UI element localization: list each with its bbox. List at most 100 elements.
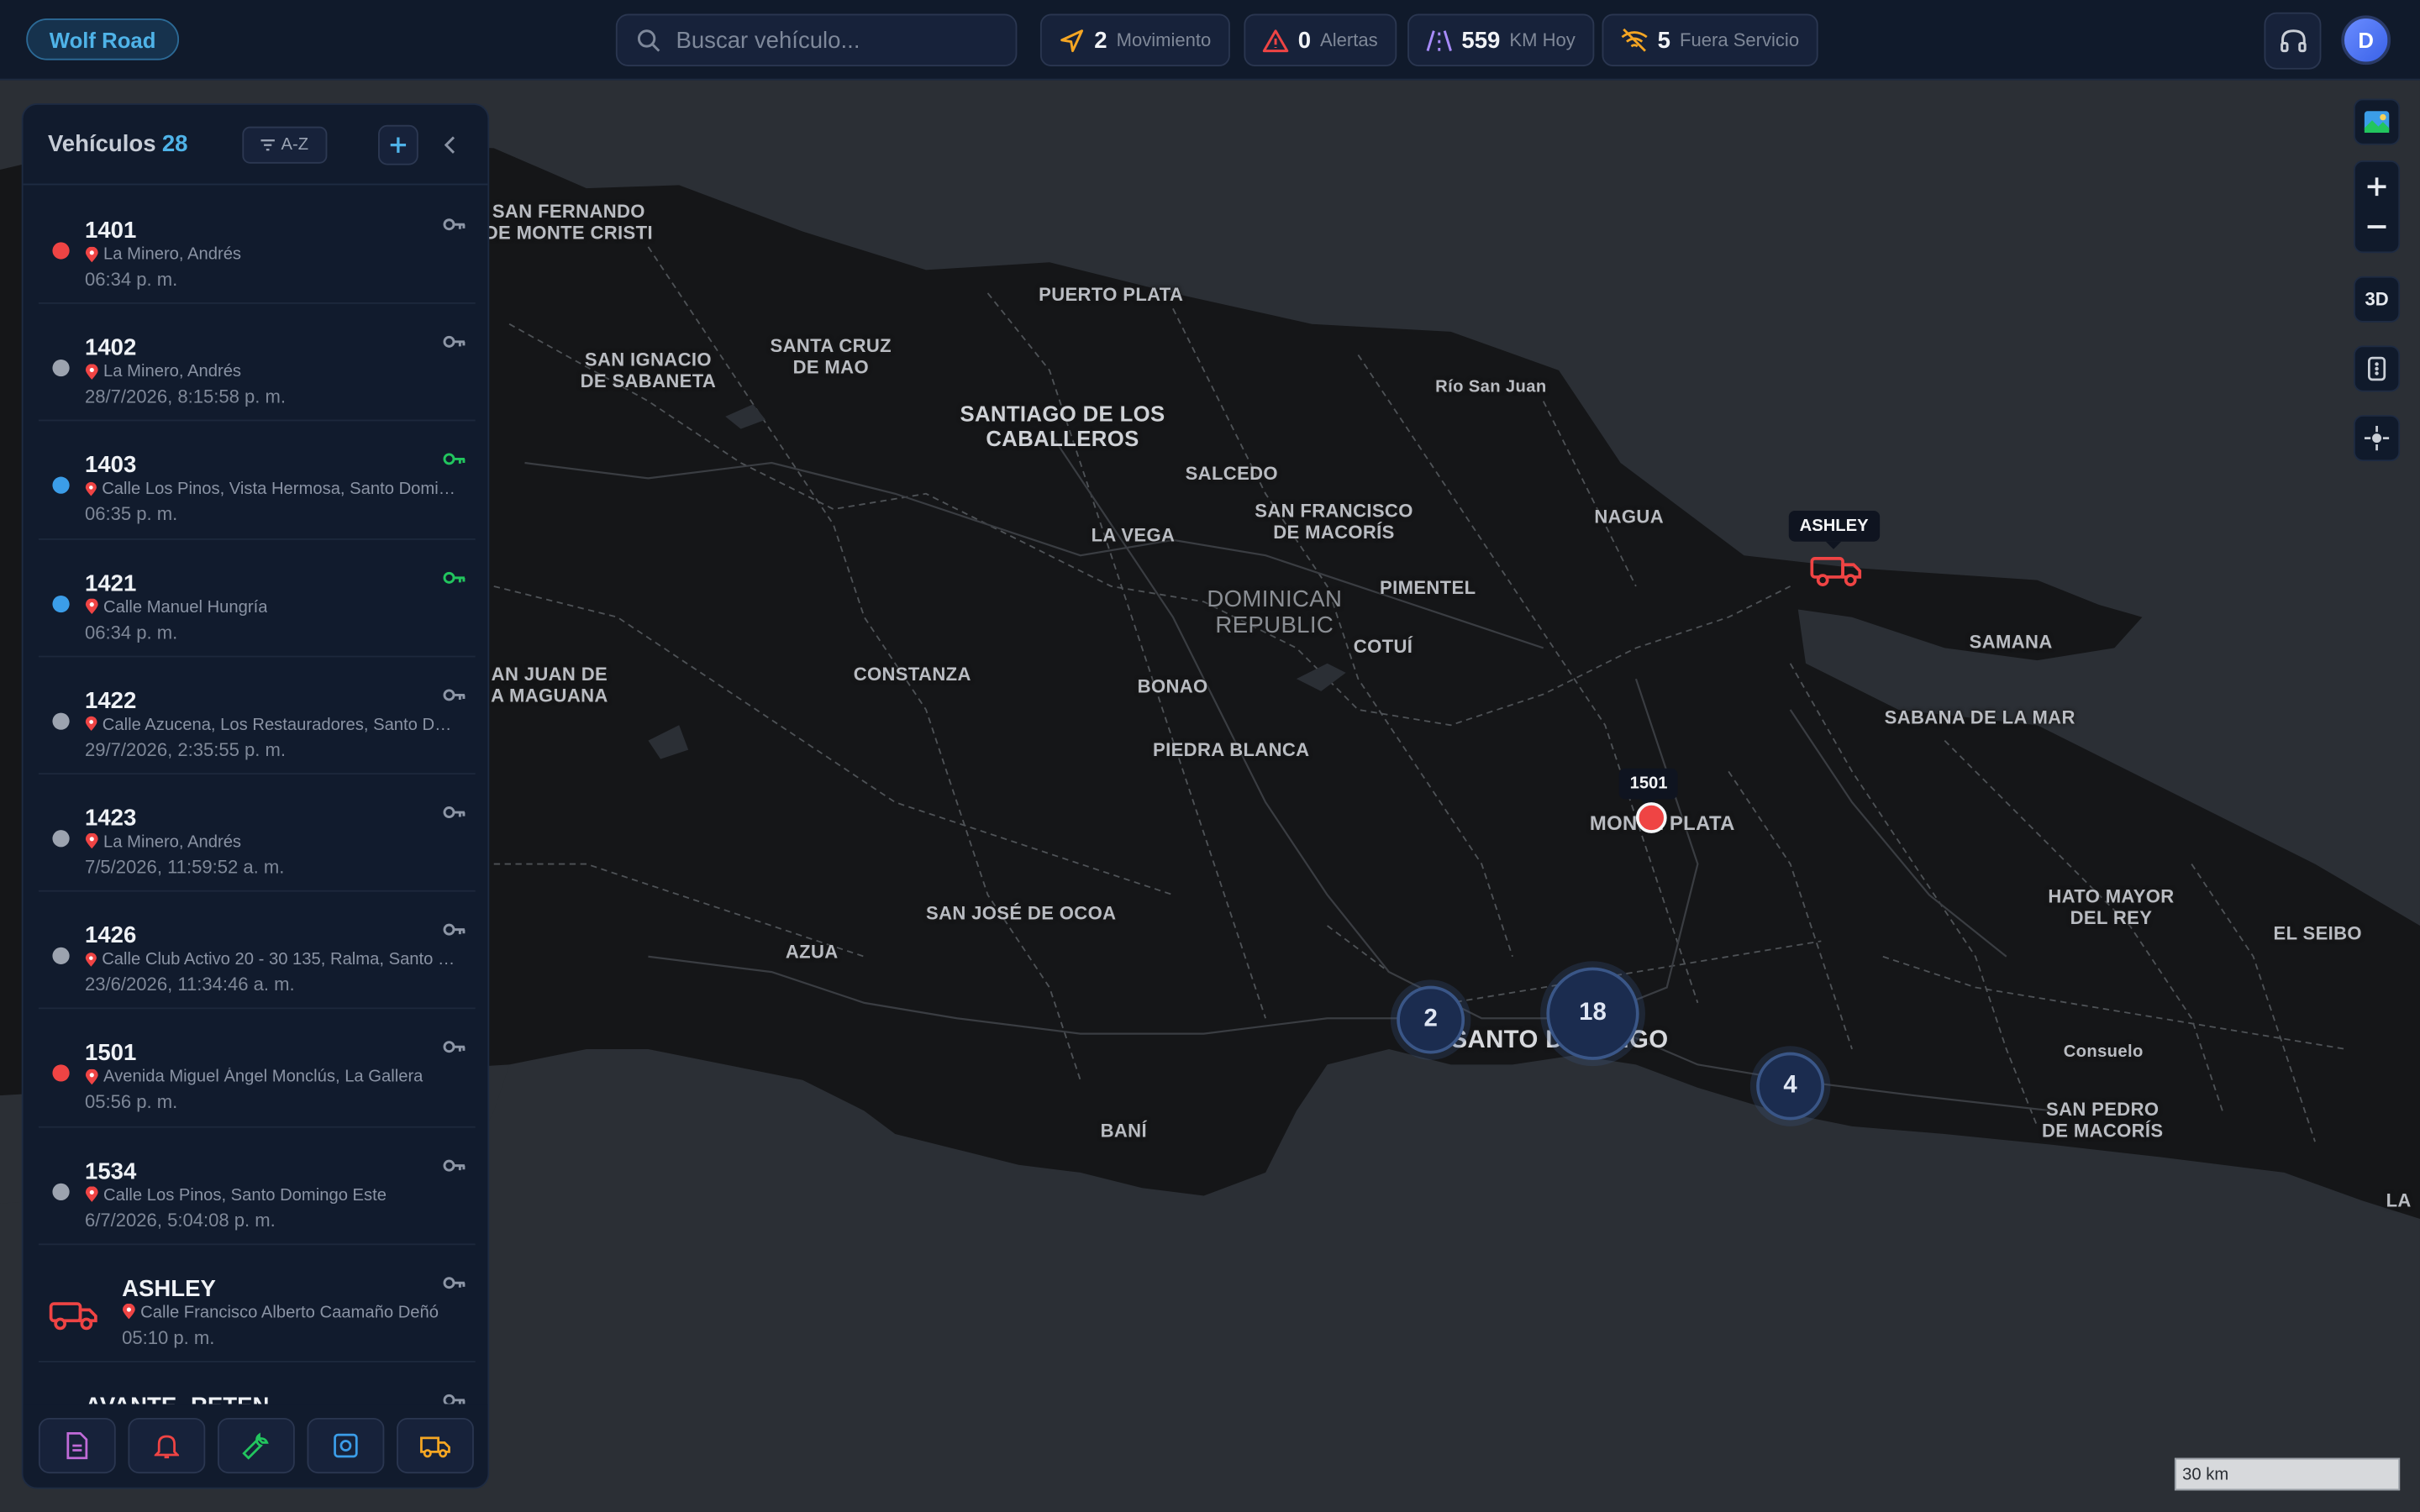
zoom-in-icon[interactable]: [2367, 177, 2386, 197]
avatar[interactable]: D: [2341, 15, 2391, 66]
vehicle-sidebar: Vehículos 28 A-Z 1401 La Minero, Andrés 06…: [21, 103, 490, 1489]
vehicle-name: 1534: [85, 1158, 137, 1184]
stat-fuera-servicio[interactable]: 5 Fuera Servicio: [1602, 13, 1818, 66]
vehicle-time: 06:34 p. m.: [85, 268, 178, 291]
address-text: Calle Azucena, Los Restauradores, Santo …: [102, 715, 460, 734]
ignition-key-icon: [443, 454, 466, 466]
place-label: BANÍ: [1100, 1120, 1147, 1142]
stat-movimiento[interactable]: 2 Movimiento: [1039, 13, 1230, 66]
vehicle-list-item[interactable]: 1403 Calle Los Pinos, Vista Hermosa, Sant…: [38, 422, 476, 540]
map-layers-icon: [2364, 111, 2390, 133]
vehicle-address: Calle Francisco Alberto Caamaño Deñó: [122, 1303, 461, 1322]
search-input[interactable]: [676, 27, 985, 54]
place-label: SAN PEDRO DE MACORÍS: [2041, 1098, 2164, 1142]
place-label: PIEDRA BLANCA: [1153, 738, 1310, 761]
place-label: SAMANA: [1969, 631, 2053, 653]
place-label: SABANA DE LA MAR: [1884, 706, 2075, 728]
status-dot: [52, 830, 70, 848]
stat-km-hoy[interactable]: 559 KM Hoy: [1407, 13, 1594, 66]
toggle-3d-button[interactable]: 3D: [2354, 276, 2401, 323]
road-icon: [1426, 29, 1452, 51]
stat-label: Movimiento: [1116, 29, 1212, 51]
vehicle-list-item[interactable]: AVANTE -RETEN: [39, 1362, 476, 1406]
sidebar-title: Vehículos: [47, 131, 156, 158]
vehicle-name: 1402: [85, 334, 137, 362]
bell-icon: [154, 1435, 180, 1459]
alerts-button[interactable]: [128, 1417, 206, 1474]
stat-label: KM Hoy: [1509, 29, 1576, 51]
ignition-key-icon: [443, 689, 466, 701]
status-dot: [52, 1064, 70, 1083]
vehicle-address: Calle Los Pinos, Santo Domingo Este: [85, 1186, 460, 1205]
sidebar-header: Vehículos 28 A-Z: [23, 105, 488, 186]
vehicle-address: Calle Manuel Hungría: [85, 598, 460, 617]
vehicle-time: 06:34 p. m.: [85, 621, 178, 643]
ignition-key-icon: [443, 923, 466, 936]
ignition-key-icon: [443, 336, 466, 349]
headset-icon: [2280, 29, 2306, 52]
vehicle-address: Calle Azucena, Los Restauradores, Santo …: [85, 716, 460, 734]
zoom-controls: [2354, 160, 2401, 254]
stat-value: 2: [1094, 27, 1107, 54]
address-text: Avenida Miguel Ángel Monclús, La Gallera: [103, 1068, 424, 1087]
fleet-button[interactable]: [397, 1417, 474, 1474]
vehicle-name: 1422: [85, 687, 137, 714]
crosshair-icon: [2364, 425, 2390, 451]
traffic-button[interactable]: [2354, 345, 2401, 392]
place-label: SAN JOSÉ DE OCOA: [926, 902, 1117, 925]
vehicle-list-item[interactable]: ASHLEY Calle Francisco Alberto Caamaño De…: [38, 1245, 476, 1362]
search-icon: [637, 29, 660, 52]
vehicle-name: 1401: [85, 217, 137, 244]
filter-icon: [260, 139, 276, 151]
place-label: Consuelo: [2063, 1042, 2144, 1062]
vehicle-marker-1501[interactable]: [1635, 802, 1667, 833]
address-text: La Minero, Andrés: [103, 245, 242, 265]
zoom-out-icon[interactable]: [2367, 218, 2386, 236]
camera-button[interactable]: [307, 1417, 385, 1474]
vehicle-marker-ashley[interactable]: [1809, 551, 1865, 588]
place-label: SAN FRANCISCO DE MACORÍS: [1255, 500, 1413, 543]
vehicle-list-item[interactable]: 1422 Calle Azucena, Los Restauradores, Sa…: [38, 657, 476, 774]
pin-icon: [85, 717, 97, 732]
address-text: Calle Los Pinos, Vista Hermosa, Santo Do…: [102, 480, 460, 499]
plus-icon: [390, 137, 407, 153]
vehicle-list-item[interactable]: 1421 Calle Manuel Hungría 06:34 p. m.: [38, 539, 476, 657]
stat-value: 0: [1297, 27, 1312, 54]
maintenance-button[interactable]: [217, 1417, 295, 1474]
truck-icon: [49, 1301, 97, 1330]
truck-icon: [420, 1436, 450, 1458]
place-label: DOMINICAN REPUBLIC: [1207, 585, 1343, 639]
vehicle-time: 28/7/2026, 8:15:58 p. m.: [85, 386, 286, 408]
brand-badge[interactable]: Wolf Road: [26, 18, 180, 60]
vehicle-list-item[interactable]: 1501 Avenida Miguel Ángel Monclús, La Gal…: [38, 1010, 476, 1127]
reports-button[interactable]: [38, 1417, 116, 1474]
vehicle-name: ASHLEY: [122, 1275, 216, 1302]
place-label: BONAO: [1137, 675, 1208, 698]
sidebar-footer: [23, 1404, 488, 1488]
collapse-sidebar-button[interactable]: [434, 127, 467, 164]
place-label: AN JUAN DE A MAGUANA: [491, 663, 608, 706]
vehicle-list-item[interactable]: 1423 La Minero, Andrés 7/5/2026, 11:59:52 …: [38, 774, 476, 892]
support-button[interactable]: [2264, 12, 2322, 70]
place-label: PIMENTEL: [1380, 576, 1476, 599]
stat-alertas[interactable]: 0 Alertas: [1244, 13, 1397, 66]
vehicle-cluster[interactable]: 18: [1546, 967, 1639, 1060]
sort-button[interactable]: A-Z: [242, 126, 328, 164]
vehicle-cluster[interactable]: 4: [1756, 1052, 1825, 1121]
vehicle-list-item[interactable]: 1402 La Minero, Andrés 28/7/2026, 8:15:58 …: [38, 304, 476, 423]
add-vehicle-button[interactable]: [377, 124, 418, 165]
vehicle-name: 1403: [85, 452, 137, 480]
vehicle-list-item[interactable]: 1426 Calle Club Activo 20 - 30 135, Ralma…: [38, 892, 476, 1010]
vehicle-cluster[interactable]: 2: [1397, 985, 1465, 1054]
marker-label: 1501: [1618, 768, 1679, 807]
locate-button[interactable]: [2354, 415, 2401, 462]
pin-icon: [85, 481, 97, 496]
vehicle-list-item[interactable]: 1401 La Minero, Andrés 06:34 p. m.: [38, 186, 476, 305]
map-style-button[interactable]: [2354, 98, 2401, 145]
vehicle-list-item[interactable]: 1534 Calle Los Pinos, Santo Domingo Este 6…: [38, 1127, 476, 1245]
status-dot: [52, 712, 70, 730]
navigation-icon: [1060, 29, 1084, 52]
place-label: LA: [2386, 1189, 2412, 1211]
pin-icon: [85, 1186, 98, 1202]
place-label: LA VEGA: [1091, 524, 1176, 547]
